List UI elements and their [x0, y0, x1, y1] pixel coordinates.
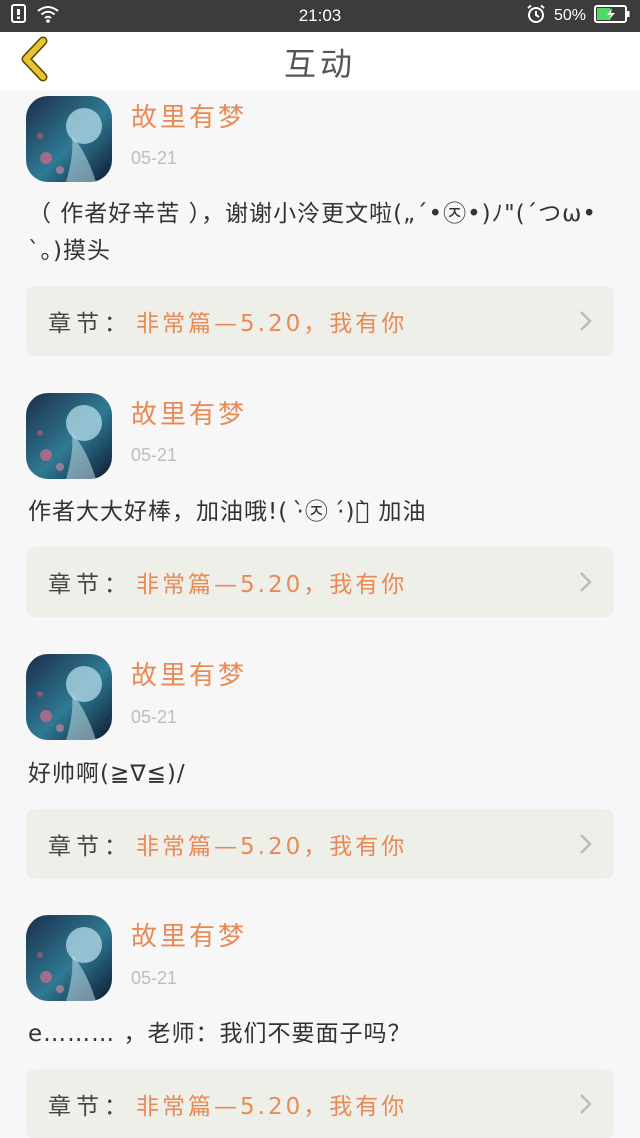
chapter-label: 章节：: [48, 572, 132, 598]
nav-bar: 互动: [0, 32, 640, 90]
chapter-link[interactable]: 章节： 非常篇—5.20，我有你: [26, 809, 614, 879]
status-bar: 21:03 50%: [0, 0, 640, 32]
username[interactable]: 故里有梦: [131, 399, 247, 431]
status-icons-right: 50%: [526, 4, 630, 29]
avatar[interactable]: [26, 654, 112, 740]
chapter-label: 章节：: [48, 834, 132, 860]
battery-percent: 50%: [553, 7, 586, 24]
username[interactable]: 故里有梦: [131, 102, 247, 134]
chapter-link[interactable]: 章节： 非常篇—5.20，我有你: [26, 286, 614, 356]
comment-text: 作者大大好棒，加油哦!( ·̀㉨ ·́)ง̀ 加油: [28, 499, 427, 525]
battery-icon: [594, 4, 630, 28]
comment-date: 05-21: [131, 707, 178, 727]
avatar[interactable]: [26, 915, 112, 1001]
chapter-title: 非常篇—5.20，我有你: [136, 311, 408, 337]
avatar[interactable]: [26, 393, 112, 479]
chapter-title: 非常篇—5.20，我有你: [136, 1094, 408, 1120]
alarm-icon: [526, 4, 546, 29]
chapter-link[interactable]: 章节： 非常篇—5.20，我有你: [26, 547, 614, 617]
comment-text: （ 作者好辛苦 ），谢谢小泠更文啦(„ˊ•㉨•)ﾉ"(ˊつω• ˋ。)摸头: [28, 201, 597, 264]
username[interactable]: 故里有梦: [131, 921, 247, 953]
comment-date: 05-21: [131, 148, 178, 168]
comment-text: 好帅啊(≧∇≦)/: [28, 761, 186, 787]
chevron-right-icon: [574, 310, 596, 332]
chevron-right-icon: [574, 1093, 596, 1115]
username[interactable]: 故里有梦: [131, 660, 247, 692]
chevron-right-icon: [574, 571, 596, 593]
page-title: 互动: [283, 45, 356, 83]
chevron-right-icon: [574, 833, 596, 855]
comment-date: 05-21: [131, 968, 178, 988]
chapter-title: 非常篇—5.20，我有你: [136, 572, 408, 598]
comment-text: e……… ，老师：我们不要面子吗？: [28, 1021, 412, 1047]
avatar[interactable]: [26, 96, 112, 182]
chapter-label: 章节：: [48, 311, 132, 337]
chapter-title: 非常篇—5.20，我有你: [136, 834, 408, 860]
chapter-link[interactable]: 章节： 非常篇—5.20，我有你: [26, 1069, 614, 1138]
comment-date: 05-21: [131, 445, 178, 465]
chapter-label: 章节：: [48, 1094, 132, 1120]
